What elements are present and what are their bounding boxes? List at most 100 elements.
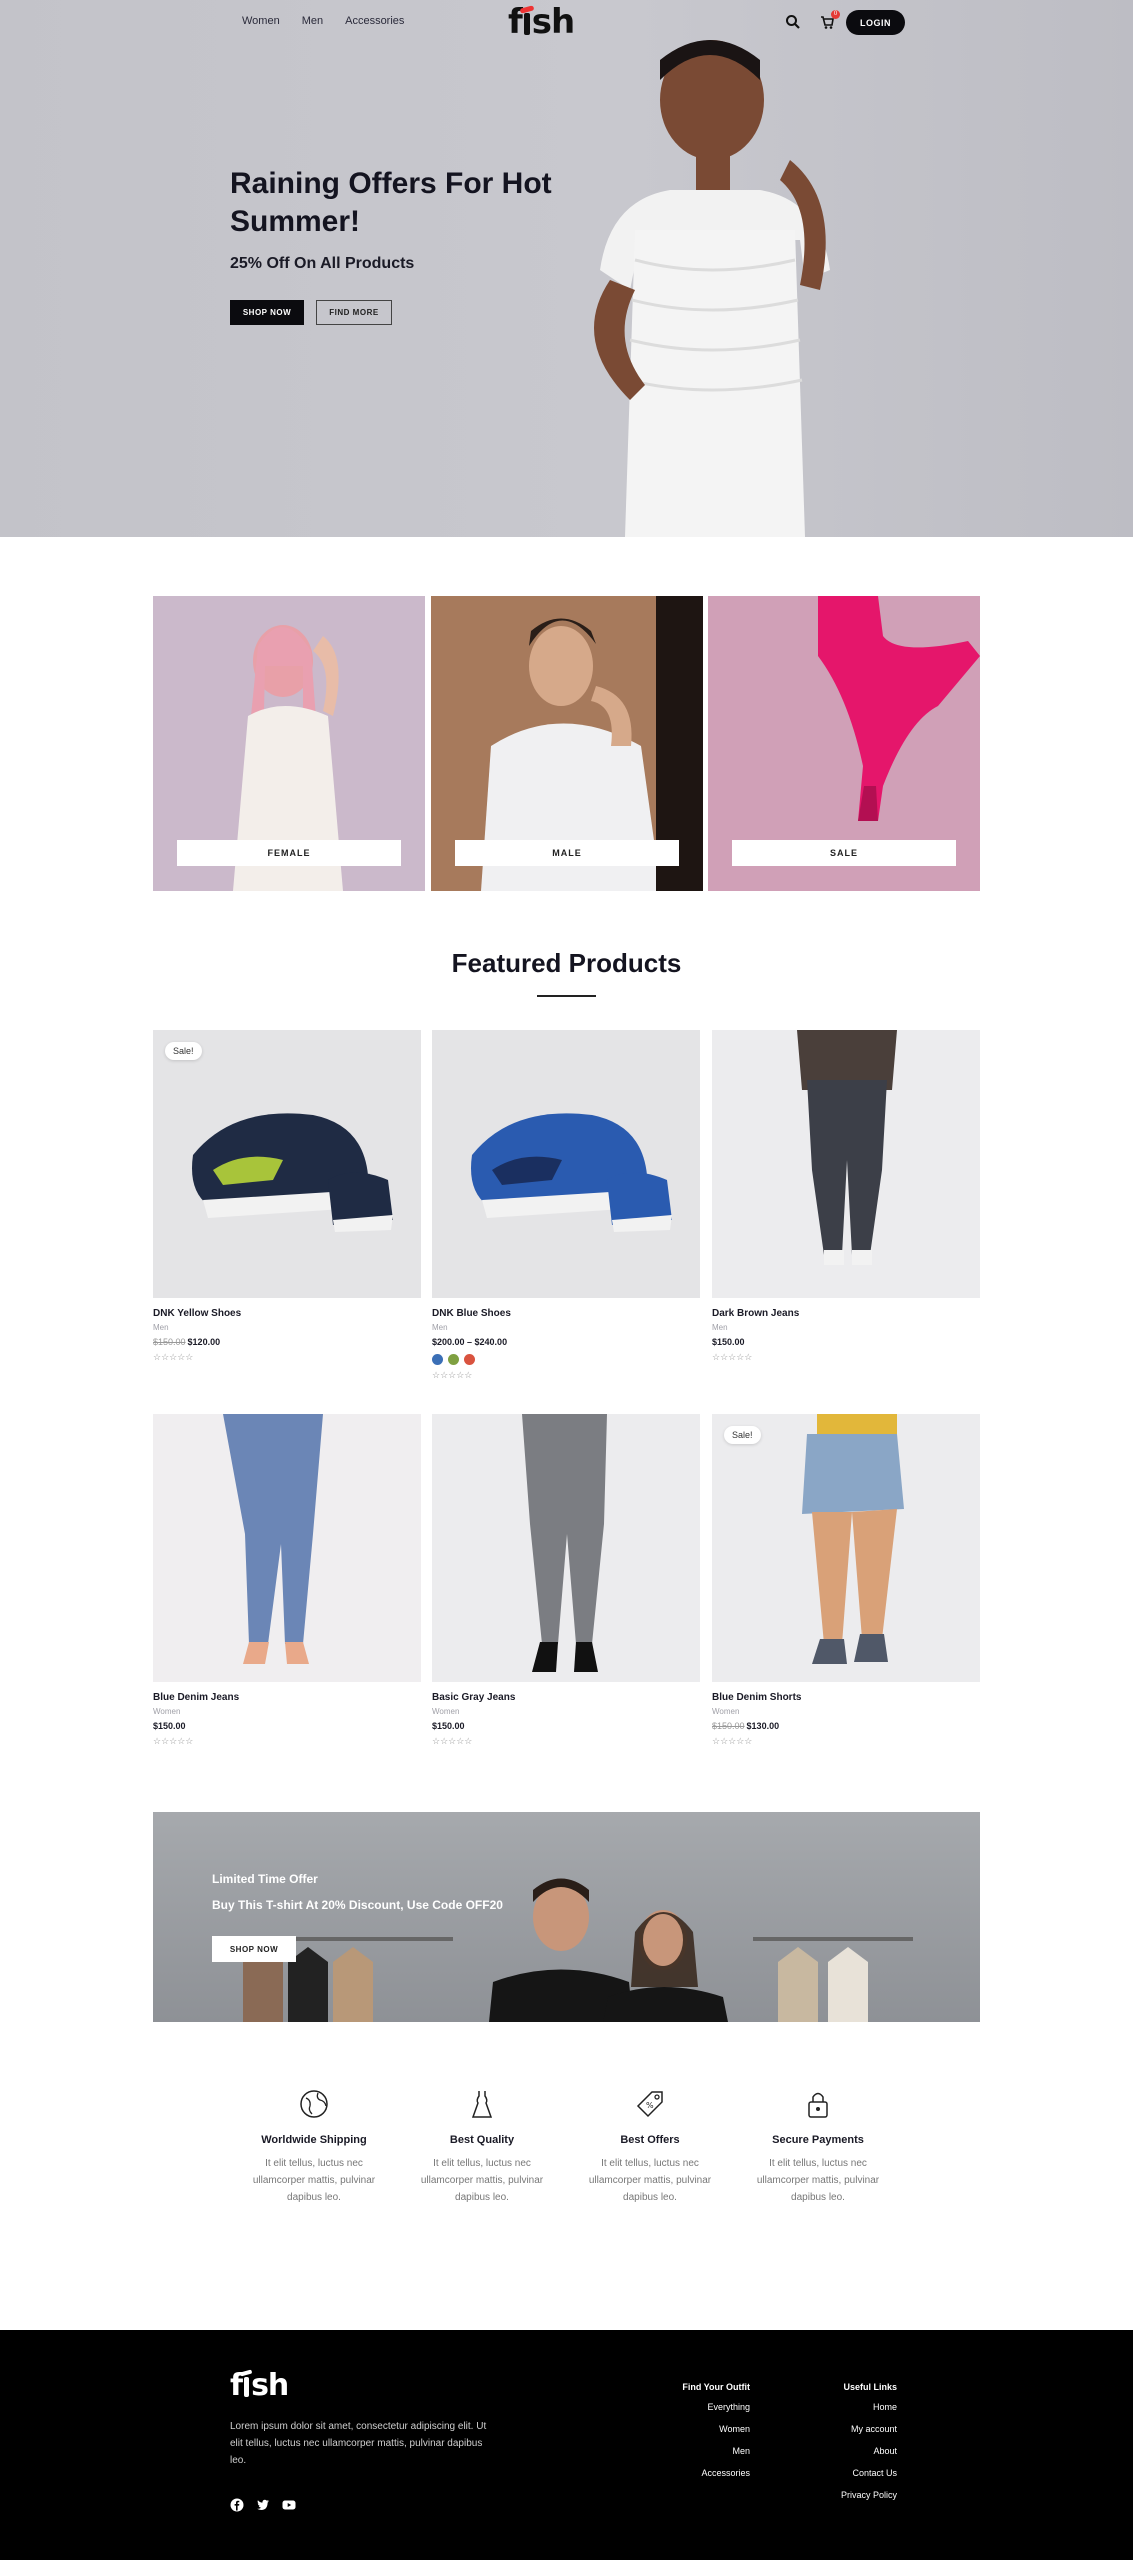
product-price: $150.00 xyxy=(153,1721,186,1731)
swatch-red[interactable] xyxy=(464,1354,475,1365)
footer-col-outfit: Find Your Outfit Everything Women Men Ac… xyxy=(682,2382,750,2490)
product-category[interactable]: Men xyxy=(432,1323,700,1332)
product-price: $200.00 – $240.00 xyxy=(432,1337,508,1347)
feature-offers: % Best Offers It elit tellus, luctus nec… xyxy=(575,2088,725,2206)
product-image[interactable] xyxy=(153,1414,421,1682)
site-logo[interactable]: f sh xyxy=(508,2,575,42)
product-category[interactable]: Women xyxy=(153,1707,421,1716)
category-male-button[interactable]: MALE xyxy=(455,840,679,866)
hero-shop-now-button[interactable]: SHOP NOW xyxy=(230,300,304,325)
product-price: $150.00 $120.00 xyxy=(153,1337,421,1347)
youtube-icon[interactable] xyxy=(282,2498,296,2512)
product-image[interactable]: Sale! xyxy=(153,1030,421,1298)
footer-link-home[interactable]: Home xyxy=(841,2402,897,2412)
footer-link-men[interactable]: Men xyxy=(682,2446,750,2456)
product-category[interactable]: Men xyxy=(712,1323,980,1332)
product-price: $150.00 xyxy=(712,1337,745,1347)
product-name[interactable]: Blue Denim Shorts xyxy=(712,1692,980,1703)
product-name[interactable]: Blue Denim Jeans xyxy=(153,1692,421,1703)
promo-image xyxy=(223,1878,913,2022)
dress-icon xyxy=(466,2088,498,2120)
product-rating: ☆☆☆☆☆ xyxy=(153,1352,194,1362)
footer-col-title: Useful Links xyxy=(843,2382,897,2392)
product-sale-price: $120.00 xyxy=(187,1337,221,1347)
feature-title: Best Offers xyxy=(620,2134,680,2146)
product-card: Basic Gray Jeans Women $150.00 ☆☆☆☆☆ xyxy=(432,1414,700,1747)
feature-text: It elit tellus, luctus nec ullamcorper m… xyxy=(420,2158,544,2203)
footer-link-everything[interactable]: Everything xyxy=(682,2402,750,2412)
twitter-icon[interactable] xyxy=(256,2498,270,2512)
product-rating: ☆☆☆☆☆ xyxy=(712,1352,753,1362)
feature-title: Best Quality xyxy=(449,2134,515,2146)
sale-badge: Sale! xyxy=(165,1042,202,1060)
globe-icon xyxy=(298,2088,330,2120)
facebook-icon[interactable] xyxy=(230,2498,244,2512)
product-card: Blue Denim Jeans Women $150.00 ☆☆☆☆☆ xyxy=(153,1414,421,1747)
swatch-blue[interactable] xyxy=(432,1354,443,1365)
lock-icon xyxy=(802,2088,834,2120)
hero-subtitle: 25% Off On All Products xyxy=(230,255,415,272)
nav-women[interactable]: Women xyxy=(242,15,280,27)
product-rating: ☆☆☆☆☆ xyxy=(432,1736,473,1746)
promo-text: Buy This T-shirt At 20% Discount, Use Co… xyxy=(212,1898,503,1912)
footer-col-useful: Useful Links Home My account About Conta… xyxy=(841,2382,897,2512)
hero-find-more-button[interactable]: FIND MORE xyxy=(316,300,392,325)
product-card: Dark Brown Jeans Men $150.00 ☆☆☆☆☆ xyxy=(712,1030,980,1363)
feature-text: It elit tellus, luctus nec ullamcorper m… xyxy=(588,2158,712,2203)
sale-badge: Sale! xyxy=(724,1426,761,1444)
feature-text: It elit tellus, luctus nec ullamcorper m… xyxy=(756,2158,880,2203)
category-female[interactable]: FEMALE xyxy=(153,596,425,891)
product-card: Sale! Blue Denim Shorts Women $150.00 $13… xyxy=(712,1414,980,1747)
footer-link-contact[interactable]: Contact Us xyxy=(841,2468,897,2478)
footer-logo[interactable]: f sh xyxy=(230,2368,289,2403)
product-image[interactable]: Sale! xyxy=(712,1414,980,1682)
product-category[interactable]: Men xyxy=(153,1323,421,1332)
feature-text: It elit tellus, luctus nec ullamcorper m… xyxy=(252,2158,376,2203)
login-button[interactable]: LOGIN xyxy=(846,10,905,35)
category-male[interactable]: MALE xyxy=(431,596,703,891)
feature-shipping: Worldwide Shipping It elit tellus, luctu… xyxy=(239,2088,389,2206)
cart-icon[interactable]: 0 xyxy=(818,10,840,31)
category-sale-button[interactable]: SALE xyxy=(732,840,956,866)
site-footer: f sh Lorem ipsum dolor sit amet, consecte… xyxy=(0,2330,1133,2560)
product-rating: ☆☆☆☆☆ xyxy=(712,1736,753,1746)
product-image[interactable] xyxy=(432,1414,700,1682)
footer-link-privacy[interactable]: Privacy Policy xyxy=(841,2490,897,2500)
product-image[interactable] xyxy=(712,1030,980,1298)
product-name[interactable]: Basic Gray Jeans xyxy=(432,1692,700,1703)
product-name[interactable]: Dark Brown Jeans xyxy=(712,1308,980,1319)
product-rating: ☆☆☆☆☆ xyxy=(432,1370,473,1380)
footer-link-my-account[interactable]: My account xyxy=(841,2424,897,2434)
hero-banner: Raining Offers For Hot Summer! 25% Off O… xyxy=(0,0,1133,537)
product-name[interactable]: DNK Blue Shoes xyxy=(432,1308,700,1319)
cart-count-badge: 0 xyxy=(831,10,840,19)
feature-payments: Secure Payments It elit tellus, luctus n… xyxy=(743,2088,893,2206)
feature-quality: Best Quality It elit tellus, luctus nec … xyxy=(407,2088,557,2206)
promo-banner: Limited Time Offer Buy This T-shirt At 2… xyxy=(153,1812,980,2022)
color-swatches xyxy=(432,1354,700,1365)
swatch-green[interactable] xyxy=(448,1354,459,1365)
promo-shop-now-button[interactable]: SHOP NOW xyxy=(212,1936,296,1962)
footer-link-accessories[interactable]: Accessories xyxy=(682,2468,750,2478)
product-category[interactable]: Women xyxy=(432,1707,700,1716)
product-image[interactable] xyxy=(432,1030,700,1298)
hero-model-image xyxy=(594,40,830,537)
product-card: Sale! DNK Yellow Shoes Men $150.00 $120.0… xyxy=(153,1030,421,1363)
search-icon[interactable] xyxy=(784,13,802,31)
category-sale[interactable]: SALE xyxy=(708,596,980,891)
category-female-button[interactable]: FEMALE xyxy=(177,840,401,866)
product-rating: ☆☆☆☆☆ xyxy=(153,1736,194,1746)
nav-men[interactable]: Men xyxy=(302,15,323,27)
feature-title: Secure Payments xyxy=(772,2134,864,2146)
product-category[interactable]: Women xyxy=(712,1707,980,1716)
product-old-price: $150.00 xyxy=(153,1337,186,1347)
site-header: Women Men Accessories f sh 0 LOGIN xyxy=(0,0,1133,44)
nav-accessories[interactable]: Accessories xyxy=(345,15,404,27)
footer-link-women[interactable]: Women xyxy=(682,2424,750,2434)
footer-about: Lorem ipsum dolor sit amet, consectetur … xyxy=(230,2421,487,2466)
product-price: $150.00 xyxy=(432,1721,465,1731)
footer-link-about[interactable]: About xyxy=(841,2446,897,2456)
social-links xyxy=(230,2498,296,2512)
product-name[interactable]: DNK Yellow Shoes xyxy=(153,1308,421,1319)
main-nav: Women Men Accessories xyxy=(242,15,404,27)
